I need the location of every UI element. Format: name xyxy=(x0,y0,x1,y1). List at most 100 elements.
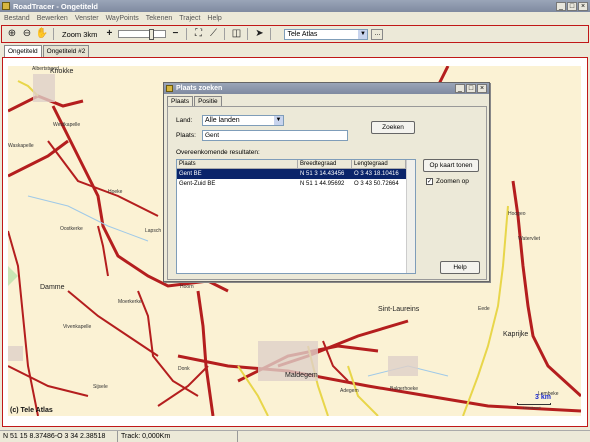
dialog-body: Land: Alle landen ▼ Plaats: Gent Zoeken … xyxy=(167,106,487,280)
title-bar: RoadTracer - Ongetiteld _ □ × xyxy=(0,0,590,12)
toolbar-divider xyxy=(247,28,249,40)
more-button[interactable]: ... xyxy=(371,28,384,40)
map-copyright: (c) Tele Atlas xyxy=(10,407,53,414)
pointer-icon[interactable]: ➤ xyxy=(253,28,265,40)
split-view-icon[interactable]: ◫ xyxy=(230,28,242,40)
place-hoeke: Hoeke xyxy=(108,189,123,195)
land-select[interactable]: Alle landen ▼ xyxy=(202,115,284,126)
scale-label: 3 km xyxy=(535,394,551,401)
dialog-minimize-button[interactable]: _ xyxy=(455,84,465,93)
toolbar: ⊕ ⊖ ✋ Zoom 3km + − ⛶ ⟋ ◫ ➤ Tele Atlas ▼ … xyxy=(1,25,589,43)
town-maldegem: Maldegem xyxy=(285,372,318,379)
place-watervliet: Watervliet xyxy=(518,236,541,242)
results-list[interactable]: Plaats Breedtegraad Lengtegraad Gent BE … xyxy=(176,159,416,274)
map-scale: 3 km Leeskaart xyxy=(511,394,551,410)
row-breedtegraad: N 51 1 44.95692 xyxy=(300,181,345,187)
place-moerkerke: Moerkerke xyxy=(118,299,142,305)
place-oostkerke: Oostkerke xyxy=(60,226,83,232)
chevron-down-icon[interactable]: ▼ xyxy=(358,29,368,39)
plaats-zoeken-dialog: Plaats zoeken _ □ × Plaats Positie Land:… xyxy=(163,82,490,282)
zoom-slider-thumb[interactable] xyxy=(149,29,155,40)
menu-traject[interactable]: Traject xyxy=(179,15,200,22)
results-label: Overeenkomende resultaten: xyxy=(176,149,260,156)
zoeken-button[interactable]: Zoeken xyxy=(371,121,415,134)
fit-extent-icon[interactable]: ⛶ xyxy=(192,28,204,40)
place-westkapelle: Westkapelle xyxy=(53,122,81,128)
menu-venster[interactable]: Venster xyxy=(75,15,99,22)
toolbar-divider xyxy=(186,28,188,40)
menu-bestand[interactable]: Bestand xyxy=(4,15,30,22)
results-header: Plaats Breedtegraad Lengtegraad xyxy=(177,160,415,169)
chevron-down-icon[interactable]: ▼ xyxy=(274,116,283,125)
town-sint-laureins: Sint-Laureins xyxy=(378,306,420,313)
column-breedtegraad[interactable]: Breedtegraad xyxy=(298,160,352,168)
column-plaats[interactable]: Plaats xyxy=(177,160,298,168)
table-row[interactable]: Gent BE N 51 3 14.43456 O 3 43 18.10416 xyxy=(177,169,415,179)
dialog-maximize-button[interactable]: □ xyxy=(466,84,476,93)
row-plaats: Gent BE xyxy=(179,171,202,177)
status-track: Track: 0,000Km xyxy=(118,431,238,442)
zoom-out-icon[interactable]: ⊖ xyxy=(21,28,33,40)
status-coordinates: N 51 15 8.37486-O 3 34 2.38518 xyxy=(0,431,118,442)
window-title: RoadTracer - Ongetiteld xyxy=(13,1,99,11)
menu-bewerken[interactable]: Bewerken xyxy=(37,15,68,22)
scale-sublabel: Leeskaart xyxy=(523,405,541,410)
map-source-value: Tele Atlas xyxy=(287,30,318,38)
menu-waypoints[interactable]: WayPoints xyxy=(106,15,139,22)
menu-tekenen[interactable]: Tekenen xyxy=(146,15,172,22)
zoom-in-icon[interactable]: ⊕ xyxy=(6,28,18,40)
toolbar-divider xyxy=(224,28,226,40)
map-source-select[interactable]: Tele Atlas ▼ xyxy=(284,28,369,40)
place-adegem: Adegem xyxy=(340,388,359,394)
tab-ongetiteld-2[interactable]: Ongetiteld #2 xyxy=(42,45,90,57)
table-row[interactable]: Gent-Zuid BE N 51 1 44.95692 O 3 43 50.7… xyxy=(177,179,415,189)
place-hoogeo: Hoogeo xyxy=(508,211,526,217)
place-eede: Eede xyxy=(478,306,490,312)
pan-hand-icon[interactable]: ✋ xyxy=(36,28,48,40)
row-lengtegraad: O 3 43 18.10416 xyxy=(354,171,399,177)
land-value: Alle landen xyxy=(205,117,240,124)
row-lengtegraad: O 3 43 50.72664 xyxy=(354,181,399,187)
zoomen-op-checkbox[interactable]: ✓ xyxy=(426,178,433,185)
place-waskapelle: Waskapelle xyxy=(8,143,34,149)
row-plaats: Gent-Zuid BE xyxy=(179,181,216,187)
help-button[interactable]: Help xyxy=(440,261,480,274)
zoom-slider[interactable] xyxy=(118,29,167,40)
town-kaprijke: Kaprijke xyxy=(503,331,529,338)
menu-help[interactable]: Help xyxy=(207,15,221,22)
document-tabs: Ongetiteld Ongetiteld #2 xyxy=(4,45,90,57)
plaats-label: Plaats: xyxy=(176,132,196,139)
results-scrollbar[interactable] xyxy=(406,160,415,273)
place-sijsele: Sijsele xyxy=(93,384,108,390)
menu-bar: Bestand Bewerken Venster WayPoints Teken… xyxy=(0,12,590,24)
toolbar-divider xyxy=(270,28,272,40)
op-kaart-tonen-button[interactable]: Op kaart tonen xyxy=(423,159,479,172)
status-bar: N 51 15 8.37486-O 3 34 2.38518 Track: 0,… xyxy=(0,430,590,442)
plaats-input[interactable]: Gent xyxy=(202,130,348,141)
dialog-app-icon xyxy=(166,85,173,92)
dialog-title: Plaats zoeken xyxy=(176,85,223,92)
status-empty-panel xyxy=(238,431,590,442)
place-vivenkapelle: Vivenkapelle xyxy=(63,324,92,330)
plus-icon[interactable]: + xyxy=(103,28,115,40)
place-donk: Donk xyxy=(178,366,190,372)
place-balgerhoeke: Balgerhoeke xyxy=(390,386,419,392)
row-breedtegraad: N 51 3 14.43456 xyxy=(300,171,345,177)
maximize-button[interactable]: □ xyxy=(567,1,577,11)
minus-icon[interactable]: − xyxy=(169,28,181,40)
place-lapsch: Lapsch xyxy=(145,228,162,234)
minimize-button[interactable]: _ xyxy=(556,1,566,11)
place-hoorn: Hoorn xyxy=(180,284,194,290)
toolbar-divider xyxy=(53,28,54,40)
close-button[interactable]: × xyxy=(578,1,588,11)
dialog-close-button[interactable]: × xyxy=(477,84,487,93)
dialog-title-bar: Plaats zoeken _ □ × xyxy=(164,83,489,94)
land-label: Land: xyxy=(176,117,193,124)
column-lengtegraad[interactable]: Lengtegraad xyxy=(352,160,406,168)
zoom-label: Zoom 3km xyxy=(62,29,98,39)
place-albertstrand: Albertstrand xyxy=(32,66,59,72)
town-damme: Damme xyxy=(40,284,65,291)
tab-ongetiteld[interactable]: Ongetiteld xyxy=(4,45,42,57)
app-icon xyxy=(2,2,10,10)
measure-icon[interactable]: ⟋ xyxy=(207,28,219,40)
